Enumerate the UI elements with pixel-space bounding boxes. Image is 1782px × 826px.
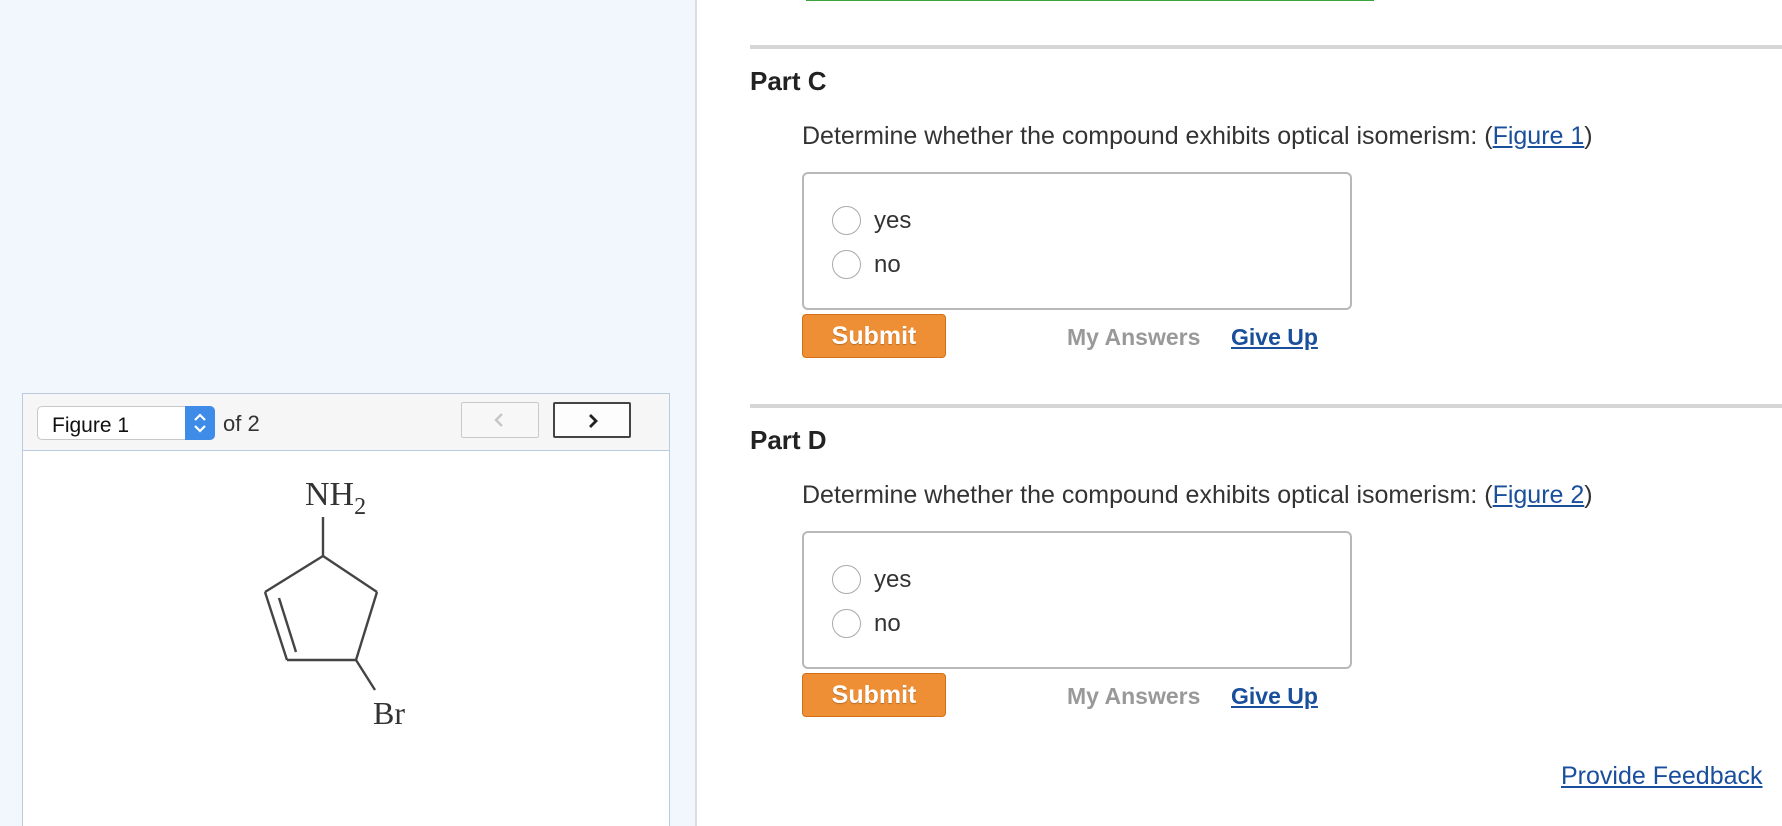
radio-button[interactable] — [832, 565, 861, 594]
radio-button[interactable] — [832, 609, 861, 638]
next-figure-button[interactable] — [553, 402, 631, 438]
option-label: no — [874, 251, 901, 278]
part-d-my-answers: My Answers — [1067, 683, 1201, 709]
radio-button[interactable] — [832, 250, 861, 279]
molecule-structure: NH2 Br — [263, 476, 405, 731]
figure-canvas: NH2 Br — [23, 452, 669, 826]
part-c-my-answers: My Answers — [1067, 324, 1201, 350]
part-d-answer-box: yes no — [802, 531, 1352, 669]
figure-select[interactable]: Figure 1 — [37, 406, 215, 440]
part-c-submit-button[interactable]: Submit — [802, 314, 946, 358]
figure-select-value: Figure 1 — [52, 414, 130, 437]
radio-button[interactable] — [832, 206, 861, 235]
amine-group-label: NH2 — [305, 476, 366, 520]
part-c-give-up-link[interactable]: Give Up — [1231, 324, 1318, 351]
question-close: ) — [1584, 122, 1593, 150]
question-text: Determine whether the compound exhibits … — [802, 481, 1493, 509]
progress-indicator — [806, 0, 1374, 1]
provide-feedback-link[interactable]: Provide Feedback — [1561, 762, 1763, 791]
chevron-right-icon — [589, 414, 598, 428]
part-d-title: Part D — [750, 425, 827, 455]
question-text: Determine whether the compound exhibits … — [802, 122, 1493, 150]
part-d-submit-button[interactable]: Submit — [802, 673, 946, 717]
figure-sidebar: Figure 1 of 2 NH2 Br — [0, 0, 696, 826]
option-label: yes — [874, 207, 912, 234]
part-d-give-up-link[interactable]: Give Up — [1231, 683, 1318, 710]
part-c-divider — [750, 45, 1782, 49]
bromine-label: Br — [373, 695, 405, 731]
chevron-left-icon — [494, 413, 503, 427]
previous-figure-button[interactable] — [461, 402, 539, 438]
question-close: ) — [1584, 481, 1593, 509]
figure-2-link[interactable]: Figure 2 — [1493, 481, 1585, 509]
part-d-question: Determine whether the compound exhibits … — [802, 481, 1593, 510]
figure-panel: Figure 1 of 2 NH2 Br — [22, 393, 670, 826]
option-label: yes — [874, 566, 912, 593]
figure-1-link[interactable]: Figure 1 — [1493, 122, 1585, 150]
select-arrows-icon — [185, 406, 215, 440]
option-label: no — [874, 610, 901, 637]
part-c-answer-box: yes no — [802, 172, 1352, 310]
part-d-divider — [750, 404, 1782, 408]
pane-divider[interactable] — [695, 0, 697, 826]
figure-count-label: of 2 — [223, 411, 260, 436]
part-c-question: Determine whether the compound exhibits … — [802, 122, 1593, 151]
part-c-title: Part C — [750, 66, 827, 96]
figure-toolbar: Figure 1 of 2 — [23, 394, 669, 451]
